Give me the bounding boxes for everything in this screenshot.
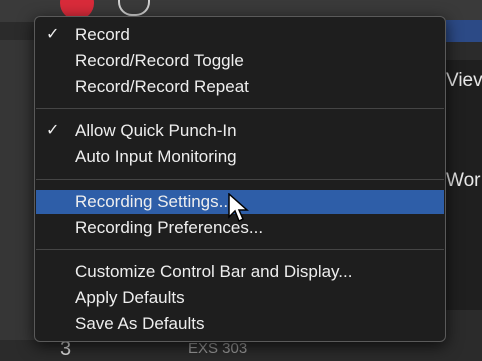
menu-item-label: Record/Record Toggle: [75, 51, 244, 70]
track-region: [446, 20, 482, 42]
menu-item-save-as-defaults[interactable]: Save As Defaults: [36, 312, 444, 336]
checkmark-icon: ✓: [46, 122, 60, 139]
menu-item-record-toggle[interactable]: Record/Record Toggle: [36, 49, 444, 73]
record-context-menu: ✓ Record Record/Record Toggle Record/Rec…: [34, 16, 446, 342]
menu-item-record-repeat[interactable]: Record/Record Repeat: [36, 75, 444, 99]
menu-separator: [36, 249, 444, 250]
menu-separator: [36, 108, 444, 109]
mouse-pointer-icon: [228, 193, 249, 223]
menu-item-apply-defaults[interactable]: Apply Defaults: [36, 286, 444, 310]
menu-item-label: Record/Record Repeat: [75, 77, 249, 96]
menu-item-label: Recording Settings...: [75, 192, 233, 211]
menu-item-label: Record: [75, 25, 130, 44]
checkmark-icon: ✓: [46, 26, 60, 43]
menu-item-customize-control-bar[interactable]: Customize Control Bar and Display...: [36, 260, 444, 284]
menu-item-record[interactable]: ✓ Record: [36, 23, 444, 47]
track-name: EXS 303: [188, 340, 248, 357]
menu-separator: [36, 179, 444, 180]
menu-item-label: Apply Defaults: [75, 288, 185, 307]
right-panel-label[interactable]: Wor: [446, 170, 480, 192]
menu-item-label: Save As Defaults: [75, 314, 205, 333]
left-panel: [0, 40, 36, 340]
right-panel-label[interactable]: Viev: [446, 70, 482, 92]
menu-item-auto-input-monitoring[interactable]: Auto Input Monitoring: [36, 145, 444, 169]
menu-item-label: Customize Control Bar and Display...: [75, 262, 353, 281]
menu-item-quick-punch-in[interactable]: ✓ Allow Quick Punch-In: [36, 119, 444, 143]
menu-item-label: Allow Quick Punch-In: [75, 121, 237, 140]
menu-item-label: Auto Input Monitoring: [75, 147, 237, 166]
